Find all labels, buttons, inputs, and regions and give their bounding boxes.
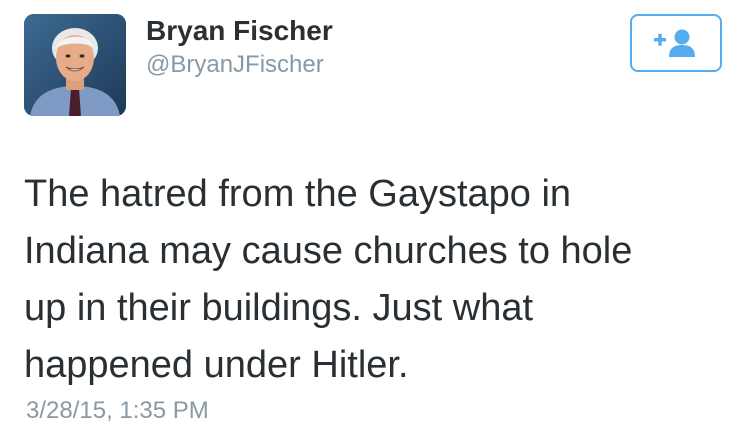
tweet-text-line: happened under Hitler. — [24, 344, 409, 386]
follow-button[interactable] — [630, 14, 722, 72]
follow-user-plus-icon — [654, 29, 695, 57]
tweet-timestamp[interactable]: 3/28/15, 1:35 PM — [26, 396, 209, 426]
tweet-text-line: up in their buildings. Just what — [24, 287, 534, 329]
author-name[interactable]: Bryan Fischer — [146, 14, 333, 48]
tweet-text: The hatred from the Gaystapo in Indiana … — [24, 166, 724, 394]
tweet-text-line: Indiana may cause churches to hole — [24, 230, 633, 272]
avatar-photo — [24, 14, 126, 116]
author-avatar[interactable] — [24, 14, 126, 116]
tweet-text-line: The hatred from the Gaystapo in — [24, 173, 572, 215]
author-handle[interactable]: @BryanJFischer — [146, 50, 324, 80]
